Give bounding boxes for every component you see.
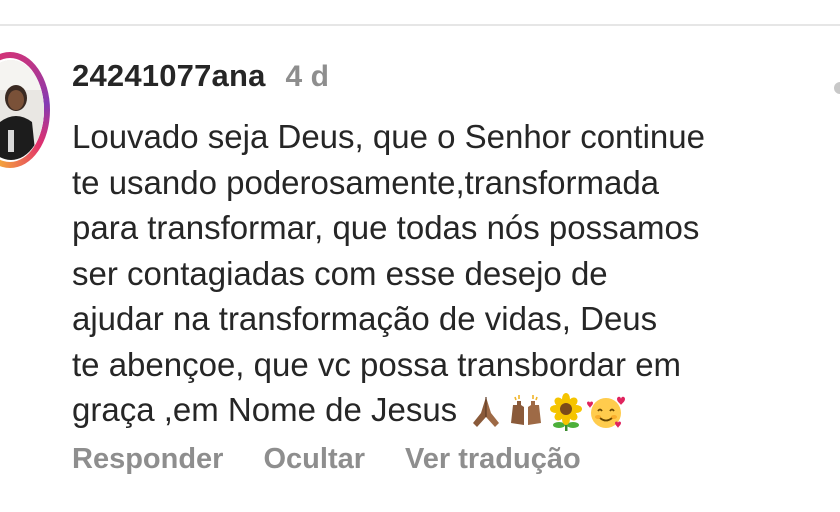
comment-text: Louvado seja Deus, que o Senhor continue… (72, 114, 832, 433)
comment-text-line: te usando poderosamente,transformada (72, 163, 660, 201)
emoji-group (467, 393, 626, 432)
hide-button[interactable]: Ocultar (263, 443, 365, 476)
raising-hands-icon (507, 393, 545, 431)
comment-text-line: Louvado seja Deus, que o Senhor continue (72, 118, 705, 155)
comment-text-line: ajudar na transformação de vidas, Deus (72, 300, 658, 337)
comment-text-line: para transformar, que todas nós possamos (72, 209, 700, 246)
comment-item: 24241077ana 4 d Louvado seja Deus, que o… (0, 0, 840, 512)
sunflower-icon (547, 393, 585, 432)
comment-text-line: ser contagiadas com esse desejo de (72, 254, 608, 292)
username[interactable]: 24241077ana (72, 58, 266, 94)
timestamp: 4 d (285, 60, 329, 93)
reply-button[interactable]: Responder (72, 443, 223, 476)
see-translation-button[interactable]: Ver tradução (405, 443, 581, 476)
comment-header: 24241077ana 4 d (72, 58, 329, 94)
edge-indicator (834, 82, 840, 94)
comment-text-line-last: graça ,em Nome de Jesus (72, 387, 832, 433)
comment-text-line: graça ,em Nome de Jesus (72, 391, 458, 428)
comment-actions: Responder Ocultar Ver tradução (72, 443, 581, 476)
folded-hands-icon (467, 393, 505, 431)
smiling-face-with-hearts-icon (587, 393, 626, 431)
comment-text-line: te abençoe, que vc possa transbordar em (72, 345, 682, 383)
